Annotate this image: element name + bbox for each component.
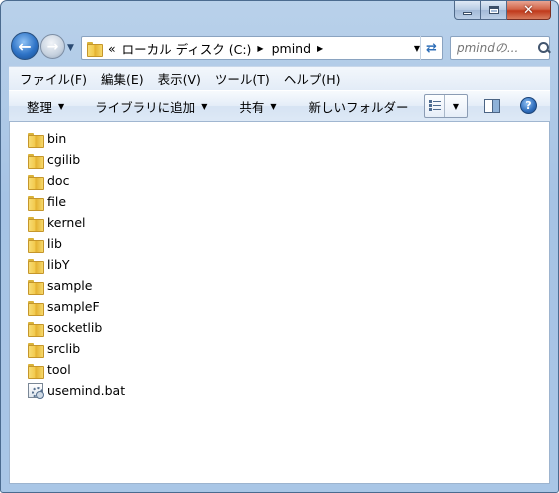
folder-icon: [28, 321, 44, 337]
folder-icon: [28, 300, 44, 316]
item-name: doc: [47, 173, 70, 188]
folder-icon: [28, 153, 44, 169]
address-bar[interactable]: « ローカル ディスク (C:) ▶ pmind ▶ ▼ ⇄: [81, 36, 443, 60]
list-item[interactable]: socketlib: [28, 317, 125, 338]
item-name: libY: [47, 257, 70, 272]
close-icon: ✕: [523, 2, 534, 18]
command-bar: 整理 ▼ ライブラリに追加 ▼ 共有 ▼ 新しいフォルダー ▼ ?: [9, 90, 550, 122]
folder-icon: [28, 363, 44, 379]
breadcrumb-pmind[interactable]: pmind: [272, 41, 311, 56]
folder-icon: [28, 342, 44, 358]
list-item[interactable]: file: [28, 191, 125, 212]
recent-pages-dropdown[interactable]: ▼: [67, 43, 77, 53]
menu-file[interactable]: ファイル(F): [13, 69, 94, 88]
item-name: lib: [47, 236, 62, 251]
chevron-down-icon: ▼: [270, 101, 277, 111]
add-to-library-button[interactable]: ライブラリに追加 ▼: [95, 97, 207, 116]
breadcrumb-separator-icon[interactable]: ▶: [257, 44, 263, 53]
change-view-button[interactable]: ▼: [424, 94, 468, 118]
minimize-button[interactable]: [454, 1, 481, 20]
folder-icon: [28, 279, 44, 295]
add-to-library-label: ライブラリに追加: [95, 99, 196, 115]
chevron-down-icon: ▼: [201, 101, 208, 111]
refresh-button[interactable]: ⇄: [420, 36, 442, 60]
list-item[interactable]: doc: [28, 170, 125, 191]
list-item[interactable]: tool: [28, 359, 125, 380]
list-item[interactable]: sampleF: [28, 296, 125, 317]
menu-help[interactable]: ヘルプ(H): [277, 69, 348, 88]
new-folder-label: 新しいフォルダー: [308, 99, 409, 115]
menu-edit[interactable]: 編集(E): [94, 69, 151, 88]
folder-icon: [28, 174, 44, 190]
view-details-icon: [425, 95, 445, 117]
refresh-icon: ⇄: [426, 40, 437, 56]
folder-icon: [28, 258, 44, 274]
breadcrumb-local-disk[interactable]: ローカル ディスク (C:): [122, 39, 252, 58]
item-name: bin: [47, 131, 67, 146]
item-name: sample: [47, 278, 93, 293]
item-name: socketlib: [47, 320, 103, 335]
search-icon[interactable]: [537, 41, 549, 55]
share-label: 共有: [239, 99, 265, 115]
item-name: srclib: [47, 341, 81, 356]
arrow-left-icon: ←: [18, 36, 32, 56]
menu-view[interactable]: 表示(V): [151, 69, 208, 88]
close-button[interactable]: ✕: [507, 1, 551, 20]
folder-icon: [28, 237, 44, 253]
list-item[interactable]: sample: [28, 275, 125, 296]
list-item[interactable]: libY: [28, 254, 125, 275]
navigation-bar: ← → ▼ « ローカル ディスク (C:) ▶ pmind ▶ ▼ ⇄: [9, 31, 550, 63]
new-folder-button[interactable]: 新しいフォルダー: [309, 97, 409, 116]
organize-button[interactable]: 整理 ▼: [27, 97, 64, 116]
menu-tools[interactable]: ツール(T): [208, 69, 277, 88]
breadcrumb-overflow[interactable]: «: [108, 41, 116, 56]
list-item[interactable]: cgilib: [28, 149, 125, 170]
arrow-right-icon: →: [46, 38, 59, 55]
maximize-icon: [488, 6, 499, 14]
preview-pane-icon[interactable]: [484, 99, 500, 113]
item-name: cgilib: [47, 152, 81, 167]
list-item[interactable]: kernel: [28, 212, 125, 233]
chevron-down-icon: ▼: [58, 101, 65, 111]
item-name: tool: [47, 362, 71, 377]
search-input[interactable]: [457, 41, 535, 55]
caption-buttons: ✕: [454, 1, 551, 21]
list-item[interactable]: usemind.bat: [28, 380, 125, 401]
folder-icon: [28, 195, 44, 211]
forward-button[interactable]: →: [40, 34, 65, 59]
maximize-button[interactable]: [481, 1, 507, 20]
folder-icon: [28, 216, 44, 232]
folder-icon: [28, 132, 44, 148]
back-button[interactable]: ←: [11, 32, 39, 60]
breadcrumb-separator-icon[interactable]: ▶: [317, 44, 323, 53]
item-name: usemind.bat: [47, 383, 126, 398]
search-box: [450, 36, 550, 60]
list-item[interactable]: srclib: [28, 338, 125, 359]
folder-icon: [87, 41, 103, 57]
explorer-window: ✕ ← → ▼ « ローカル ディスク (C:) ▶ pmind ▶ ▼ ⇄ フ…: [0, 0, 559, 493]
item-name: sampleF: [47, 299, 100, 314]
share-button[interactable]: 共有 ▼: [239, 97, 276, 116]
item-name: kernel: [47, 215, 86, 230]
file-list-pane[interactable]: bin cgilib doc file kernel lib libY samp…: [9, 122, 550, 484]
list-item[interactable]: bin: [28, 128, 125, 149]
list-item[interactable]: lib: [28, 233, 125, 254]
file-list: bin cgilib doc file kernel lib libY samp…: [28, 128, 125, 401]
batch-file-icon: [28, 383, 44, 399]
menu-bar: ファイル(F) 編集(E) 表示(V) ツール(T) ヘルプ(H): [9, 66, 550, 90]
help-icon[interactable]: ?: [520, 97, 537, 114]
chevron-down-icon: ▼: [67, 43, 74, 53]
organize-label: 整理: [27, 99, 53, 115]
minimize-icon: [463, 11, 472, 15]
item-name: file: [47, 194, 67, 209]
chevron-down-icon[interactable]: ▼: [445, 102, 467, 111]
